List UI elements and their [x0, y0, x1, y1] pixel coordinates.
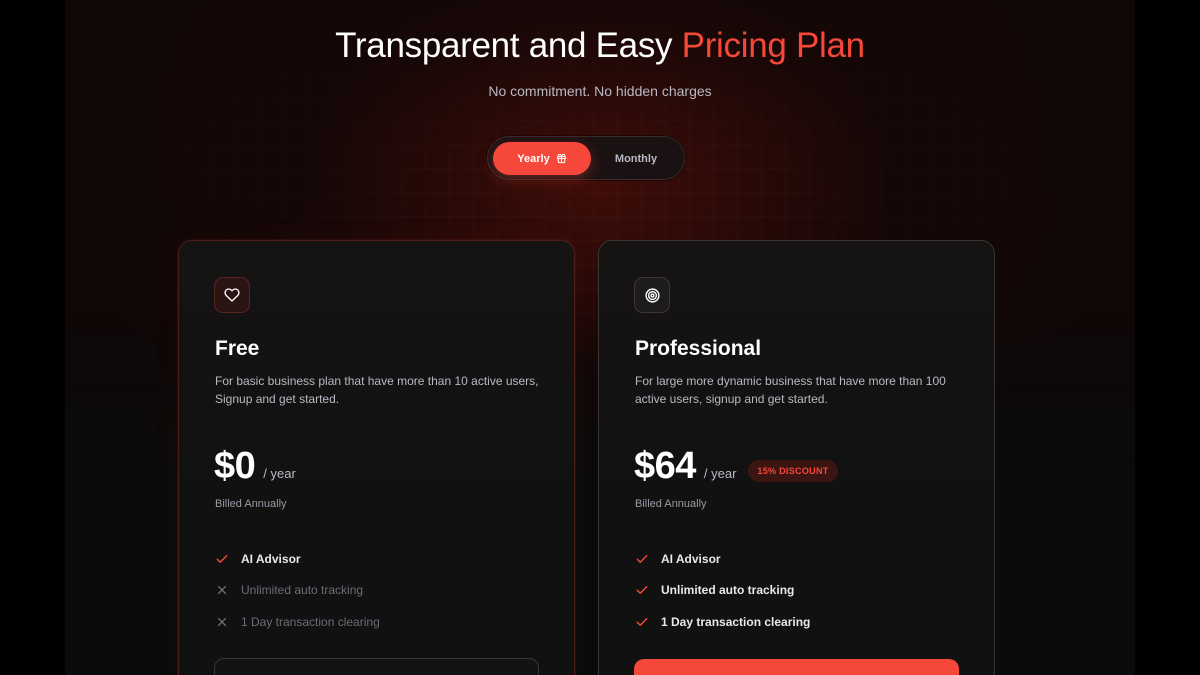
plan-price: $0 — [214, 445, 256, 487]
yearly-label: Yearly — [517, 152, 550, 165]
target-icon — [634, 277, 670, 313]
feature-label: AI Advisor — [661, 551, 721, 566]
billing-note: Billed Annually — [215, 498, 287, 510]
plan-period: / year — [703, 466, 737, 481]
feature-item: AI Advisor — [635, 543, 810, 575]
feature-label: AI Advisor — [241, 551, 301, 566]
feature-item: AI Advisor — [215, 543, 380, 575]
plan-card-free: Free For basic business plan that have m… — [178, 240, 575, 675]
monthly-toggle-button[interactable]: Monthly — [591, 142, 681, 175]
title-accent: Pricing Plan — [681, 26, 865, 65]
feature-label: Unlimited auto tracking — [241, 583, 364, 598]
discount-badge: 15% DISCOUNT — [748, 459, 838, 482]
free-plan-cta-button[interactable] — [214, 658, 539, 675]
plan-description: For basic business plan that have more t… — [215, 374, 539, 406]
heart-icon — [214, 277, 250, 313]
yearly-toggle-button[interactable]: Yearly — [493, 142, 591, 175]
billing-toggle: Yearly Monthly — [487, 136, 685, 180]
cross-icon — [217, 617, 227, 626]
plan-description: For large more dynamic business that hav… — [635, 374, 946, 406]
feature-item: 1 Day transaction clearing — [635, 606, 810, 638]
feature-list: AI Advisor Unlimited auto tracking 1 Day… — [635, 543, 810, 638]
price-row: $64 / year 15% DISCOUNT — [634, 445, 838, 488]
plan-name: Professional — [635, 337, 762, 360]
feature-item: 1 Day transaction clearing — [215, 606, 380, 638]
page-title: Transparent and Easy Pricing Plan — [0, 26, 1200, 66]
feature-item: Unlimited auto tracking — [635, 575, 810, 607]
check-icon — [636, 554, 648, 563]
check-icon — [216, 554, 228, 563]
plan-card-professional: Professional For large more dynamic busi… — [598, 240, 995, 675]
title-main: Transparent and Easy — [335, 26, 682, 65]
check-icon — [636, 617, 648, 626]
page-subtitle: No commitment. No hidden charges — [488, 83, 712, 99]
monthly-label: Monthly — [614, 152, 658, 165]
cross-icon — [217, 586, 227, 595]
plan-name: Free — [215, 337, 260, 360]
feature-list: AI Advisor Unlimited auto tracking 1 Day… — [215, 543, 380, 638]
feature-item: Unlimited auto tracking — [215, 575, 380, 607]
plan-price: $64 — [634, 445, 696, 487]
price-row: $0 / year — [214, 445, 296, 488]
feature-label: 1 Day transaction clearing — [241, 614, 380, 629]
billing-note: Billed Annually — [635, 498, 707, 510]
plan-period: / year — [263, 466, 296, 481]
check-icon — [636, 586, 648, 595]
gift-icon — [556, 153, 566, 164]
feature-label: 1 Day transaction clearing — [661, 614, 811, 629]
feature-label: Unlimited auto tracking — [661, 583, 795, 598]
professional-plan-cta-button[interactable] — [634, 659, 959, 675]
